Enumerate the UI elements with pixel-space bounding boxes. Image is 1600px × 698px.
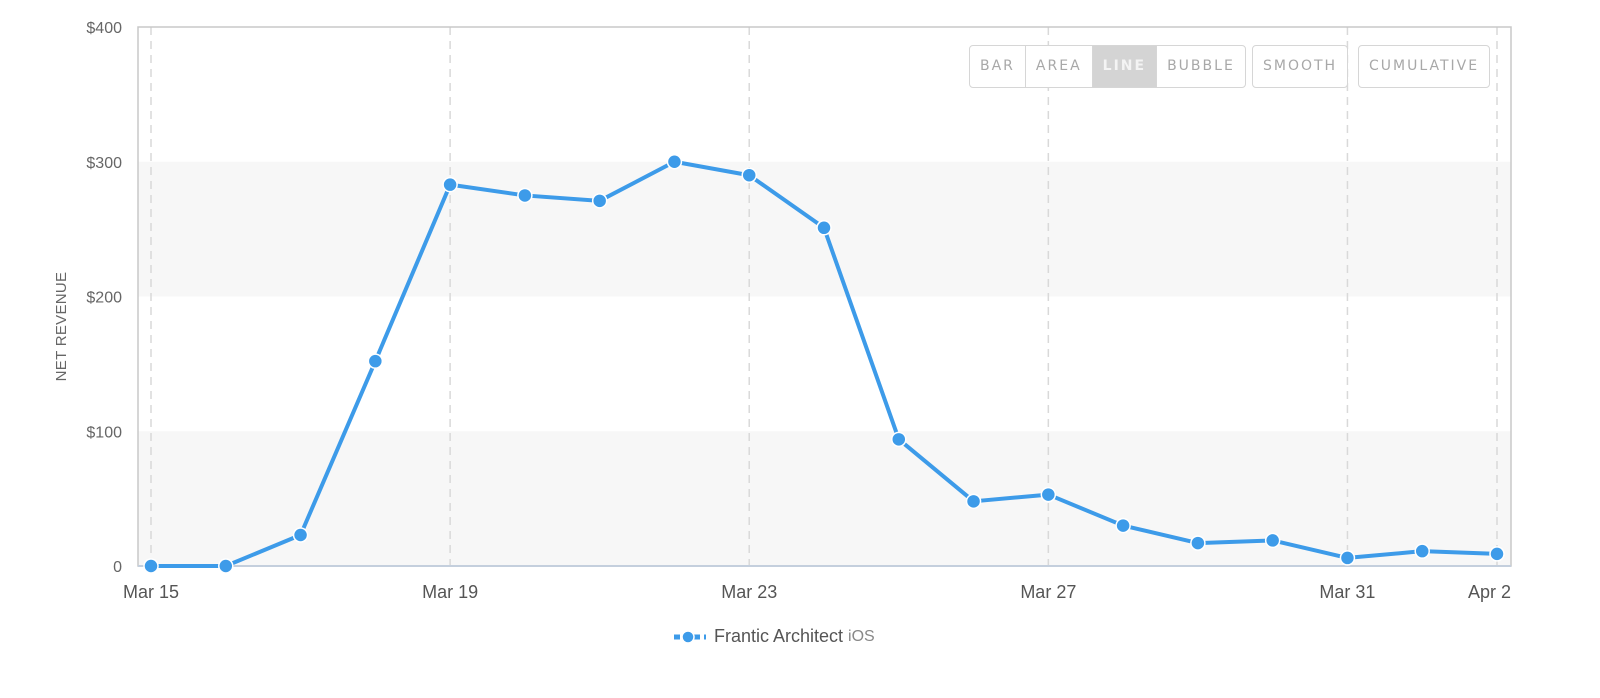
- data-point[interactable]: [1264, 532, 1281, 549]
- bubble-button[interactable]: BUBBLE: [1157, 46, 1245, 87]
- data-point[interactable]: [741, 167, 757, 183]
- cumulative-button[interactable]: CUMULATIVE: [1359, 46, 1489, 87]
- line-button[interactable]: LINE: [1092, 46, 1158, 87]
- smooth-button[interactable]: SMOOTH: [1253, 46, 1347, 87]
- y-tick-label: $300: [86, 155, 122, 172]
- x-tick-label: Mar 31: [1319, 582, 1375, 602]
- x-tick-label: Mar 19: [422, 582, 478, 602]
- data-point[interactable]: [143, 558, 159, 574]
- data-point[interactable]: [965, 493, 982, 510]
- x-tick-label: Mar 27: [1020, 582, 1076, 602]
- y-tick-label: $200: [86, 290, 122, 307]
- legend-platform: iOS: [848, 627, 875, 645]
- grid-band: [138, 431, 1511, 566]
- line-chart: 0 $100 $200 $300 $400 Mar 15 Mar 19 Mar 23 Mar …: [53, 20, 1512, 602]
- line-marker-icon: [674, 629, 706, 644]
- legend[interactable]: Frantic Architect iOS: [672, 626, 875, 647]
- smooth-toggle-group: SMOOTH: [1252, 45, 1349, 88]
- area-button[interactable]: AREA: [1026, 46, 1093, 87]
- bar-button[interactable]: BAR: [970, 46, 1026, 87]
- legend-series-name: Frantic Architect: [714, 626, 844, 646]
- data-point[interactable]: [218, 558, 234, 574]
- data-point[interactable]: [1489, 546, 1505, 562]
- y-tick-label: $400: [86, 20, 122, 37]
- y-tick-label: $100: [86, 424, 122, 441]
- data-point[interactable]: [816, 220, 832, 236]
- data-point[interactable]: [1190, 535, 1206, 551]
- data-point[interactable]: [517, 187, 533, 204]
- data-point[interactable]: [1115, 517, 1131, 534]
- data-point[interactable]: [442, 176, 458, 193]
- data-point[interactable]: [891, 431, 907, 448]
- data-point[interactable]: [1339, 550, 1356, 566]
- cumulative-toggle-group: CUMULATIVE: [1358, 45, 1491, 88]
- data-point[interactable]: [666, 154, 683, 170]
- x-tick-label: Apr 2: [1468, 582, 1511, 602]
- y-axis-label: NET REVENUE: [53, 272, 70, 382]
- data-point[interactable]: [292, 527, 309, 543]
- data-point[interactable]: [591, 193, 608, 209]
- y-tick-label: 0: [113, 559, 122, 576]
- data-point[interactable]: [1414, 543, 1430, 559]
- chart-type-group: BAR AREA LINE BUBBLE: [969, 45, 1246, 88]
- data-point[interactable]: [367, 353, 384, 369]
- x-tick-label: Mar 15: [123, 582, 179, 602]
- x-tick-label: Mar 23: [721, 582, 777, 602]
- data-point[interactable]: [1040, 486, 1057, 503]
